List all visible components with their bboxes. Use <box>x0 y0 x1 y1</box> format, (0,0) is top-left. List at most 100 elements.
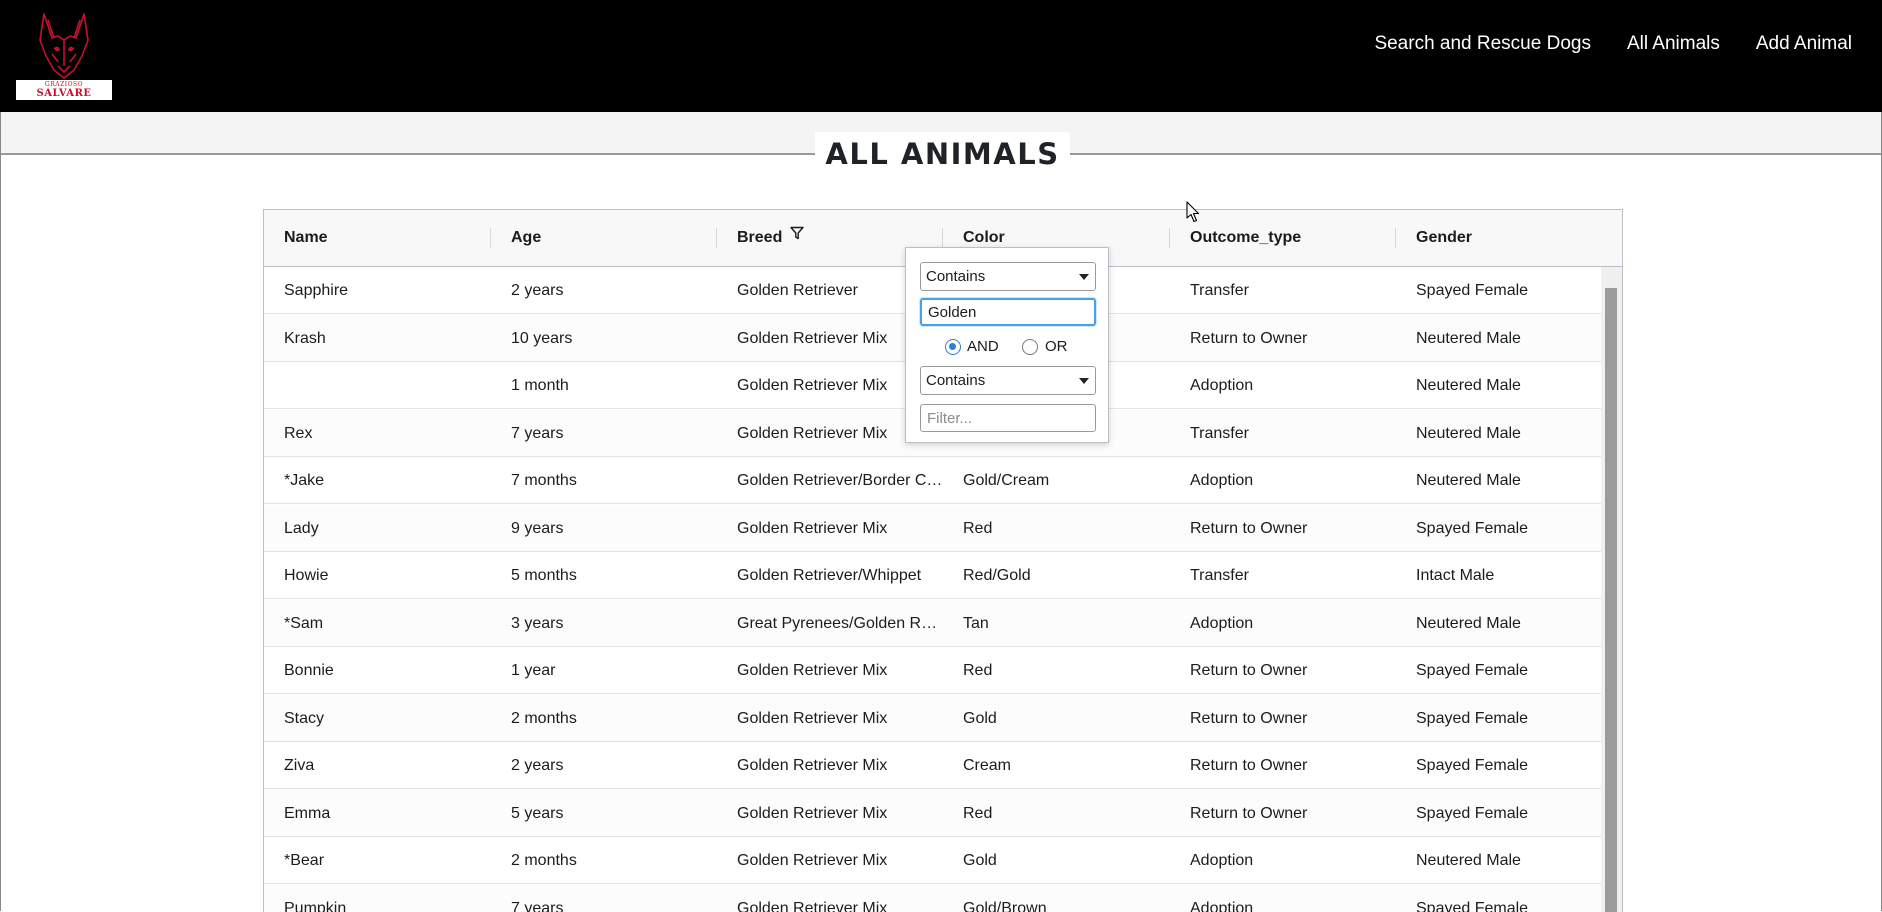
nav-link-add-animal[interactable]: Add Animal <box>1756 30 1852 58</box>
cell-breed[interactable]: Golden Retriever Mix <box>717 505 943 552</box>
cell-breed[interactable]: Golden Retriever Mix <box>717 647 943 694</box>
cell-outcome-type[interactable]: Return to Owner <box>1170 742 1396 789</box>
cell-color[interactable]: Red <box>943 647 1170 694</box>
cell-age[interactable]: 7 months <box>491 457 717 504</box>
table-row[interactable]: Stacy 2 months Golden Retriever Mix Gold Ret… <box>264 695 1601 742</box>
cell-gender[interactable]: Neutered Male <box>1396 600 1601 647</box>
cell-name[interactable]: *Jake <box>264 457 491 504</box>
cell-color[interactable]: Red <box>943 505 1170 552</box>
cell-gender[interactable]: Spayed Female <box>1396 505 1601 552</box>
cell-gender[interactable]: Spayed Female <box>1396 790 1601 837</box>
cell-outcome-type[interactable]: Return to Owner <box>1170 695 1396 742</box>
cell-gender[interactable]: Spayed Female <box>1396 742 1601 789</box>
cell-age[interactable]: 2 years <box>491 742 717 789</box>
cell-age[interactable]: 7 years <box>491 410 717 457</box>
cell-color[interactable]: Gold/Cream <box>943 457 1170 504</box>
nav-link-search-and-rescue[interactable]: Search and Rescue Dogs <box>1374 30 1591 58</box>
cell-gender[interactable]: Neutered Male <box>1396 315 1601 362</box>
cell-color[interactable]: Red <box>943 790 1170 837</box>
cell-color[interactable]: Tan <box>943 600 1170 647</box>
cell-breed[interactable]: Golden Retriever/Whippet <box>717 552 943 599</box>
cell-name[interactable]: Howie <box>264 552 491 599</box>
cell-name[interactable]: *Bear <box>264 837 491 884</box>
cell-color[interactable]: Gold <box>943 695 1170 742</box>
filter-value-input-2[interactable] <box>920 404 1096 432</box>
cell-age[interactable]: 10 years <box>491 315 717 362</box>
cell-gender[interactable]: Spayed Female <box>1396 267 1601 314</box>
cell-color[interactable]: Red/Gold <box>943 552 1170 599</box>
table-row[interactable]: Pumpkin 7 years Golden Retriever Mix Gold/B… <box>264 885 1601 912</box>
cell-gender[interactable]: Spayed Female <box>1396 695 1601 742</box>
cell-name[interactable]: Bonnie <box>264 647 491 694</box>
cell-outcome-type[interactable]: Return to Owner <box>1170 505 1396 552</box>
cell-name[interactable]: Ziva <box>264 742 491 789</box>
cell-age[interactable]: 1 year <box>491 647 717 694</box>
cell-breed[interactable]: Golden Retriever Mix <box>717 837 943 884</box>
cell-outcome-type[interactable]: Adoption <box>1170 457 1396 504</box>
table-row[interactable]: Bonnie 1 year Golden Retriever Mix Red Retur… <box>264 647 1601 694</box>
cell-breed[interactable]: Golden Retriever Mix <box>717 885 943 912</box>
cell-breed[interactable]: Golden Retriever Mix <box>717 790 943 837</box>
column-header-outcome-type[interactable]: Outcome_type <box>1170 210 1396 266</box>
cell-outcome-type[interactable]: Transfer <box>1170 267 1396 314</box>
cell-name[interactable]: Sapphire <box>264 267 491 314</box>
cell-gender[interactable]: Neutered Male <box>1396 837 1601 884</box>
column-header-age[interactable]: Age <box>491 210 717 266</box>
brand-logo[interactable]: GRAZIOSO SALVARE <box>16 10 112 100</box>
cell-name[interactable] <box>264 362 491 409</box>
column-header-name[interactable]: Name <box>264 210 491 266</box>
cell-breed[interactable]: Golden Retriever Mix <box>717 695 943 742</box>
table-row[interactable]: Howie 5 months Golden Retriever/Whippet Red… <box>264 552 1601 599</box>
cell-gender[interactable]: Neutered Male <box>1396 410 1601 457</box>
filter-operator-select-2[interactable]: Contains <box>920 366 1096 395</box>
cell-age[interactable]: 1 month <box>491 362 717 409</box>
cell-gender[interactable]: Neutered Male <box>1396 457 1601 504</box>
cell-age[interactable]: 7 years <box>491 885 717 912</box>
filter-join-and-radio[interactable] <box>945 339 961 355</box>
cell-outcome-type[interactable]: Adoption <box>1170 885 1396 912</box>
cell-gender[interactable]: Spayed Female <box>1396 647 1601 694</box>
cell-outcome-type[interactable]: Return to Owner <box>1170 315 1396 362</box>
cell-age[interactable]: 3 years <box>491 600 717 647</box>
cell-gender[interactable]: Neutered Male <box>1396 362 1601 409</box>
scrollbar-thumb[interactable] <box>1605 288 1617 912</box>
cell-color[interactable]: Gold <box>943 837 1170 884</box>
filter-icon[interactable] <box>790 210 805 264</box>
filter-value-input-1[interactable] <box>920 298 1096 326</box>
table-row[interactable]: *Bear 2 months Golden Retriever Mix Gold Ado… <box>264 837 1601 884</box>
cell-name[interactable]: Rex <box>264 410 491 457</box>
cell-gender[interactable]: Intact Male <box>1396 552 1601 599</box>
cell-breed[interactable]: Golden Retriever/Border Collie <box>717 457 943 504</box>
table-row[interactable]: Emma 5 years Golden Retriever Mix Red Return… <box>264 790 1601 837</box>
cell-outcome-type[interactable]: Adoption <box>1170 600 1396 647</box>
cell-breed[interactable]: Great Pyrenees/Golden Retriever <box>717 600 943 647</box>
cell-age[interactable]: 5 years <box>491 790 717 837</box>
cell-outcome-type[interactable]: Adoption <box>1170 837 1396 884</box>
filter-join-and-label[interactable]: AND <box>967 337 999 357</box>
cell-outcome-type[interactable]: Return to Owner <box>1170 647 1396 694</box>
cell-outcome-type[interactable]: Adoption <box>1170 362 1396 409</box>
cell-name[interactable]: Stacy <box>264 695 491 742</box>
cell-name[interactable]: Krash <box>264 315 491 362</box>
filter-operator-select-1[interactable]: Contains <box>920 262 1096 291</box>
cell-name[interactable]: Pumpkin <box>264 885 491 912</box>
cell-age[interactable]: 2 months <box>491 695 717 742</box>
cell-name[interactable]: Emma <box>264 790 491 837</box>
nav-link-all-animals[interactable]: All Animals <box>1627 30 1720 58</box>
cell-age[interactable]: 9 years <box>491 505 717 552</box>
cell-outcome-type[interactable]: Return to Owner <box>1170 790 1396 837</box>
cell-age[interactable]: 5 months <box>491 552 717 599</box>
cell-color[interactable]: Cream <box>943 742 1170 789</box>
cell-name[interactable]: Lady <box>264 505 491 552</box>
table-row[interactable]: Lady 9 years Golden Retriever Mix Red Return… <box>264 505 1601 552</box>
cell-outcome-type[interactable]: Transfer <box>1170 410 1396 457</box>
cell-age[interactable]: 2 months <box>491 837 717 884</box>
filter-join-or-label[interactable]: OR <box>1045 337 1068 357</box>
filter-join-or-radio[interactable] <box>1022 339 1038 355</box>
cell-gender[interactable]: Spayed Female <box>1396 885 1601 912</box>
cell-breed[interactable]: Golden Retriever Mix <box>717 742 943 789</box>
table-row[interactable]: Ziva 2 years Golden Retriever Mix Cream Retu… <box>264 742 1601 789</box>
cell-age[interactable]: 2 years <box>491 267 717 314</box>
table-row[interactable]: *Jake 7 months Golden Retriever/Border Col… <box>264 457 1601 504</box>
table-row[interactable]: *Sam3 yearsGreat Pyrenees/Golden Retriev… <box>264 600 1601 647</box>
